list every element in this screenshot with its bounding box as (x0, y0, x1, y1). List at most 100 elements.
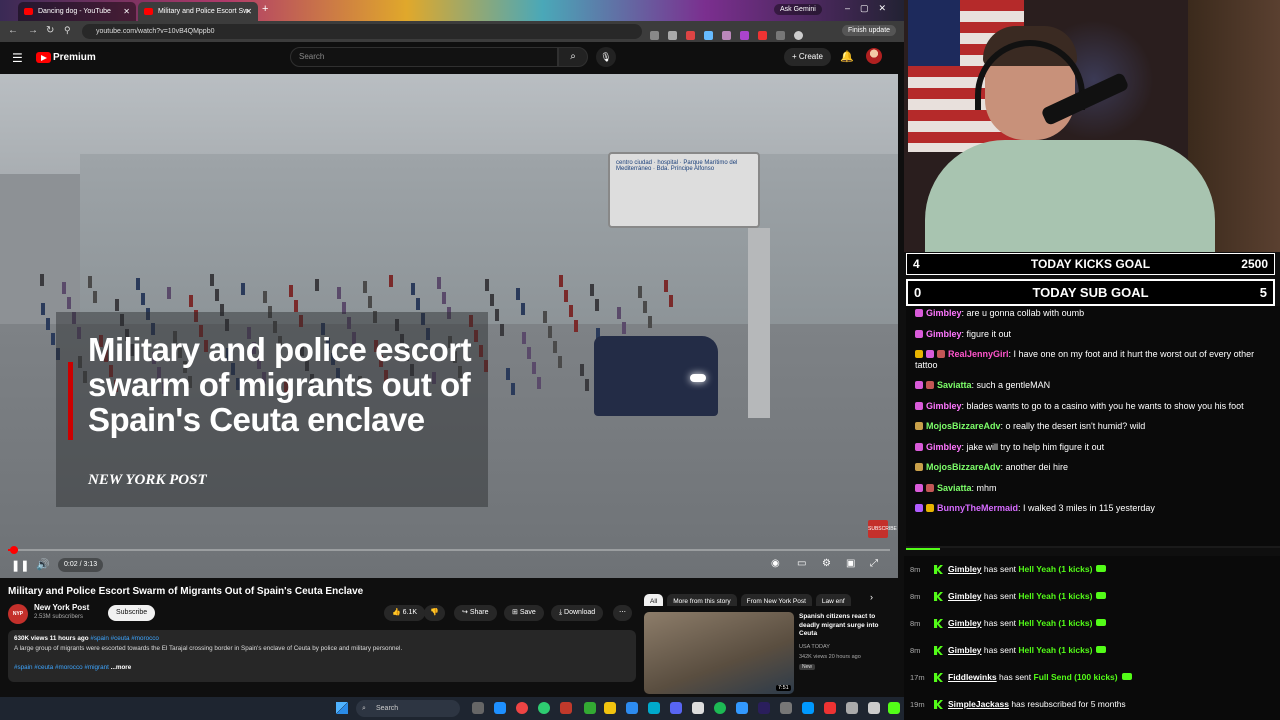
chat-username[interactable]: MojosBizzareAdv (926, 462, 1001, 472)
video-player[interactable]: centro ciudad · hospital · Parque Maríti… (0, 74, 898, 578)
new-tab-button[interactable]: + (262, 3, 268, 15)
app-icon[interactable] (584, 702, 596, 714)
discord-icon[interactable] (670, 702, 682, 714)
fullscreen-icon[interactable]: ⤢ (870, 558, 878, 569)
extension-icon[interactable] (758, 31, 767, 40)
event-username[interactable]: Gimbley (948, 645, 982, 655)
tab-military-video[interactable]: Military and Police Escort Sw ✕ (138, 2, 258, 21)
extension-icon[interactable] (704, 31, 713, 40)
chat-username[interactable]: BunnyTheMermaid (937, 503, 1018, 513)
autoplay-toggle-icon[interactable]: ◉ (771, 558, 780, 569)
task-view-icon[interactable] (472, 702, 484, 714)
app-icon[interactable] (780, 702, 792, 714)
more-actions-button[interactable]: ⋯ (613, 605, 632, 621)
close-tab-icon[interactable]: ✕ (123, 2, 130, 21)
description-hashtags[interactable]: #spain #ceuta #morocco #migrant (14, 664, 109, 671)
notifications-bell-icon[interactable]: 🔔 (840, 50, 854, 63)
app-icon[interactable] (648, 702, 660, 714)
channel-avatar[interactable]: NYP (8, 604, 28, 624)
chevron-right-icon[interactable]: › (870, 592, 873, 602)
save-button[interactable]: ⊞ Save (504, 605, 544, 621)
browser-icon[interactable] (538, 702, 550, 714)
star-icon[interactable] (668, 31, 677, 40)
subscribe-watermark[interactable]: SUBSCRIBE (868, 520, 897, 538)
event-username[interactable]: Gimbley (948, 591, 982, 601)
extension-icon[interactable] (776, 31, 785, 40)
youtube-premium-logo[interactable]: Premium (53, 52, 96, 63)
chat-username[interactable]: Saviatta (937, 483, 972, 493)
chat-username[interactable]: Saviatta (937, 380, 972, 390)
app-icon[interactable] (824, 702, 836, 714)
chat-username[interactable]: Gimbley (926, 442, 962, 452)
show-more-link[interactable]: ...more (111, 664, 132, 671)
ask-gemini-button[interactable]: Ask Gemini (774, 4, 822, 15)
finish-update-button[interactable]: Finish update (842, 25, 897, 36)
pause-icon[interactable]: ❚❚ (11, 559, 29, 572)
chrome-icon[interactable] (516, 702, 528, 714)
tab-dancing-dog[interactable]: Dancing dog - YouTube ✕ (18, 2, 136, 21)
reload-icon[interactable]: ↻ (46, 25, 54, 36)
extensions-icon[interactable]: ⚲ (64, 25, 71, 36)
miniplayer-icon[interactable]: ▣ (846, 558, 855, 569)
install-icon[interactable] (650, 31, 659, 40)
recommended-channel[interactable]: USA TODAY (799, 644, 830, 650)
recommended-title[interactable]: Spanish citizens react to deadly migrant… (799, 613, 887, 639)
chat-username[interactable]: RealJennyGirl (948, 349, 1009, 359)
telegram-icon[interactable] (626, 702, 638, 714)
account-avatar[interactable] (866, 48, 882, 64)
channel-name[interactable]: New York Post (34, 603, 89, 612)
spotify-icon[interactable] (714, 702, 726, 714)
app-icon[interactable] (692, 702, 704, 714)
forward-icon[interactable]: → (28, 25, 38, 36)
windows-start-icon[interactable] (336, 702, 348, 714)
chat-username[interactable]: Gimbley (926, 401, 962, 411)
extension-icon[interactable] (722, 31, 731, 40)
recommended-thumbnail[interactable] (644, 612, 794, 694)
close-tab-icon[interactable]: ✕ (245, 2, 252, 21)
progress-scrubber[interactable] (10, 546, 18, 554)
settings-gear-icon[interactable]: ⚙ (822, 558, 831, 569)
subtitles-icon[interactable]: ▭ (797, 558, 806, 569)
create-button[interactable]: + Create (784, 48, 831, 66)
event-username[interactable]: SimpleJackass (948, 699, 1009, 709)
chat-username[interactable]: Gimbley (926, 329, 962, 339)
chip-more-story[interactable]: More from this story (667, 594, 737, 606)
app-icon[interactable] (736, 702, 748, 714)
search-input[interactable]: Search (290, 47, 558, 67)
taskbar-search[interactable]: ⌕ Search (356, 700, 460, 717)
app-icon[interactable] (802, 702, 814, 714)
back-icon[interactable]: ← (8, 25, 18, 36)
progress-bar[interactable] (8, 549, 890, 551)
chip-law-enforcement[interactable]: Law enf (815, 594, 851, 606)
subscribe-button[interactable]: Subscribe (108, 605, 156, 621)
chip-all[interactable]: All (644, 594, 664, 606)
hamburger-menu-icon[interactable]: ☰ (12, 51, 23, 65)
edge-icon[interactable] (494, 702, 506, 714)
extension-icon[interactable] (686, 31, 695, 40)
event-username[interactable]: Gimbley (948, 564, 982, 574)
chip-from-nypost[interactable]: From New York Post (740, 594, 812, 606)
chat-username[interactable]: Gimbley (926, 308, 962, 318)
volume-icon[interactable]: 🔊 (36, 558, 50, 571)
url-field[interactable]: youtube.com/watch?v=10vB4QMppb0 (82, 24, 642, 39)
event-username[interactable]: Fiddlewinks (948, 672, 997, 682)
file-explorer-icon[interactable] (604, 702, 616, 714)
profile-avatar[interactable] (794, 31, 803, 40)
premiere-icon[interactable] (758, 702, 770, 714)
event-username[interactable]: Gimbley (948, 618, 982, 628)
description-box[interactable]: 630K views 11 hours ago #spain #ceuta #m… (8, 630, 636, 682)
extension-icon[interactable] (740, 31, 749, 40)
youtube-logo-icon[interactable] (36, 52, 51, 63)
download-button[interactable]: ⤓ Download (551, 605, 604, 621)
chat-username[interactable]: MojosBizzareAdv (926, 421, 1001, 431)
app-icon[interactable] (846, 702, 858, 714)
dislike-button[interactable]: 👎 (424, 605, 445, 621)
search-icon[interactable]: ⌕ (558, 47, 588, 67)
app-icon[interactable] (868, 702, 880, 714)
window-controls[interactable]: –▢✕ (845, 3, 896, 14)
microphone-icon[interactable]: 🎙 (596, 47, 616, 67)
like-button[interactable]: 👍 6.1K (384, 605, 426, 621)
meta-hashtags[interactable]: #spain #ceuta #morocco (90, 635, 159, 642)
kick-icon[interactable] (888, 702, 900, 714)
obs-icon[interactable] (560, 702, 572, 714)
